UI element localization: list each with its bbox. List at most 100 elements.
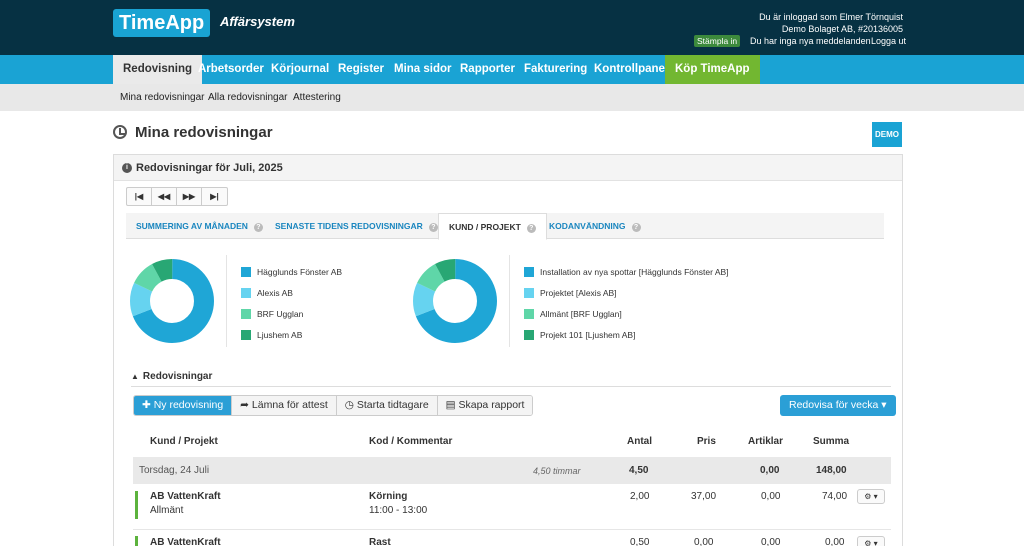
row-artiklar: 0,00: [761, 491, 781, 502]
row-antal: 0,50: [630, 537, 650, 546]
legend-swatch: [241, 288, 251, 298]
help-icon[interactable]: ?: [526, 224, 536, 233]
gear-icon: ⚙ ▾: [864, 539, 878, 546]
legend-swatch: [241, 330, 251, 340]
start-timer-button[interactable]: ◷ Starta tidtagare: [336, 396, 438, 415]
logout-link[interactable]: Logga ut: [871, 36, 906, 46]
prev-page-icon[interactable]: ◀◀: [152, 188, 177, 205]
day-group-row: Torsdag, 24 Juli 4,50 timmar 4,50 0,00 1…: [133, 457, 891, 484]
section-divider: [131, 386, 891, 387]
nav-korjournal[interactable]: Körjournal: [263, 55, 337, 84]
app-logo[interactable]: TimeApp: [113, 9, 211, 37]
new-redovisning-label: Ny redovisning: [153, 399, 224, 411]
day-antal: 4,50: [629, 465, 649, 476]
main-nav: Redovisning Arbetsorder Körjournal Regis…: [0, 55, 1024, 84]
legend-swatch: [241, 267, 251, 277]
nav-fakturering[interactable]: Fakturering: [516, 55, 595, 84]
divider: [509, 255, 510, 347]
row-settings-button[interactable]: ⚙ ▾: [857, 489, 885, 504]
submit-attest-label: Lämna för attest: [251, 399, 328, 411]
row-settings-button[interactable]: ⚙ ▾: [857, 536, 885, 546]
logged-in-user: Du är inloggad som Elmer Törnquist: [759, 12, 903, 22]
legend-label: Projektet [Alexis AB]: [540, 288, 617, 298]
help-icon[interactable]: ?: [253, 223, 263, 232]
tab-kodanvandning[interactable]: KODANVÄNDNING?: [539, 213, 651, 239]
status-bar: [135, 536, 138, 546]
help-icon[interactable]: ?: [428, 223, 438, 232]
col-header-pris[interactable]: Pris: [697, 436, 716, 447]
help-icon[interactable]: ?: [631, 223, 641, 232]
nav-arbetsorder[interactable]: Arbetsorder: [190, 55, 272, 84]
subnav-alla-redovisningar[interactable]: Alla redovisningar: [208, 92, 288, 103]
legend-label: Installation av nya spottar [Hägglunds F…: [540, 267, 729, 277]
caret-down-icon: ▾: [881, 399, 887, 411]
tab-summering-label: SUMMERING AV MÅNADEN: [136, 221, 248, 231]
nav-kontrollpanel[interactable]: Kontrollpanel: [586, 55, 676, 84]
status-bar: [135, 491, 138, 519]
divider: [226, 255, 227, 347]
tab-kund-projekt[interactable]: KUND / PROJEKT?: [438, 213, 547, 240]
tab-summering[interactable]: SUMMERING AV MÅNADEN?: [126, 213, 273, 239]
row-pris: 0,00: [694, 537, 714, 546]
last-page-icon[interactable]: ▶|: [202, 188, 227, 205]
row-divider: [133, 529, 891, 530]
redovisa-vecka-label: Redovisa för vecka: [789, 399, 879, 411]
nav-register[interactable]: Register: [330, 55, 392, 84]
stampla-in-button[interactable]: Stämpla in: [694, 35, 741, 47]
submit-attest-button[interactable]: ➦ Lämna för attest: [232, 396, 337, 415]
tab-senaste[interactable]: SENASTE TIDENS REDOVISNINGAR?: [265, 213, 448, 239]
subnav-mina-redovisningar[interactable]: Mina redovisningar: [120, 92, 205, 103]
next-page-icon[interactable]: ▶▶: [177, 188, 202, 205]
first-page-icon[interactable]: |◀: [127, 188, 152, 205]
legend-label: Hägglunds Fönster AB: [257, 267, 343, 277]
col-header-customer[interactable]: Kund / Projekt: [150, 436, 218, 447]
row-customer[interactable]: AB VattenKraft: [150, 537, 221, 546]
row-time: 11:00 - 13:00: [369, 505, 428, 516]
chevron-up-icon: ▲: [131, 372, 139, 381]
tab-kund-projekt-label: KUND / PROJEKT: [449, 222, 521, 232]
nav-mina-sidor[interactable]: Mina sidor: [386, 55, 460, 84]
nav-rapporter[interactable]: Rapporter: [452, 55, 523, 84]
sub-nav: Mina redovisningar Alla redovisningar At…: [0, 84, 1024, 111]
legend-swatch: [524, 288, 534, 298]
legend-swatch: [524, 267, 534, 277]
subnav-attestering[interactable]: Attestering: [293, 92, 341, 103]
messages-link[interactable]: Du har inga nya meddelanden: [750, 36, 871, 46]
day-date: Torsdag, 24 Juli: [139, 465, 210, 476]
col-header-artiklar[interactable]: Artiklar: [748, 436, 783, 447]
panel-header: i Redovisningar för Juli, 2025: [114, 155, 902, 181]
action-toolbar: ✚ Ny redovisning ➦ Lämna för attest ◷ St…: [133, 395, 534, 416]
legend-label: Ljushem AB: [257, 330, 303, 340]
redovisa-vecka-button[interactable]: Redovisa för vecka ▾: [780, 395, 896, 416]
section-title[interactable]: ▲ Redovisningar: [131, 371, 212, 382]
nav-redovisning[interactable]: Redovisning: [113, 55, 203, 84]
row-summa: 0,00: [825, 537, 845, 546]
section-title-label: Redovisningar: [142, 371, 213, 382]
create-report-button[interactable]: ▤ Skapa rapport: [437, 396, 533, 415]
nav-kop-timeapp[interactable]: Köp TimeApp: [665, 55, 760, 84]
new-redovisning-button[interactable]: ✚ Ny redovisning: [134, 396, 233, 415]
page-title: Mina redovisningar: [135, 124, 273, 141]
tab-kodanvandning-label: KODANVÄNDNING: [549, 221, 626, 231]
redovisningar-panel: i Redovisningar för Juli, 2025 |◀ ◀◀ ▶▶ …: [113, 154, 903, 546]
month-pager: |◀ ◀◀ ▶▶ ▶|: [126, 187, 228, 206]
demo-badge: DEMO: [872, 122, 902, 147]
row-code: Rast: [369, 537, 391, 546]
app-subtitle: Affärsystem: [220, 14, 295, 29]
customer-donut-chart: [130, 259, 214, 343]
legend-label: Projekt 101 [Ljushem AB]: [540, 330, 636, 340]
row-artiklar: 0,00: [761, 537, 781, 546]
day-summa: 148,00: [816, 465, 847, 476]
tab-senaste-label: SENASTE TIDENS REDOVISNINGAR: [275, 221, 423, 231]
company-name: Demo Bolaget AB, #20136005: [781, 24, 903, 34]
top-header: TimeApp Affärsystem Du är inloggad som E…: [0, 0, 1024, 55]
legend-swatch: [524, 309, 534, 319]
row-customer[interactable]: AB VattenKraft: [150, 491, 221, 502]
col-header-code[interactable]: Kod / Kommentar: [369, 436, 452, 447]
col-header-summa[interactable]: Summa: [813, 436, 849, 447]
day-hours: 4,50 timmar: [533, 466, 581, 476]
clock-icon: [113, 125, 127, 139]
day-artiklar: 0,00: [760, 465, 780, 476]
col-header-antal[interactable]: Antal: [627, 436, 652, 447]
legend-label: Alexis AB: [257, 288, 293, 298]
